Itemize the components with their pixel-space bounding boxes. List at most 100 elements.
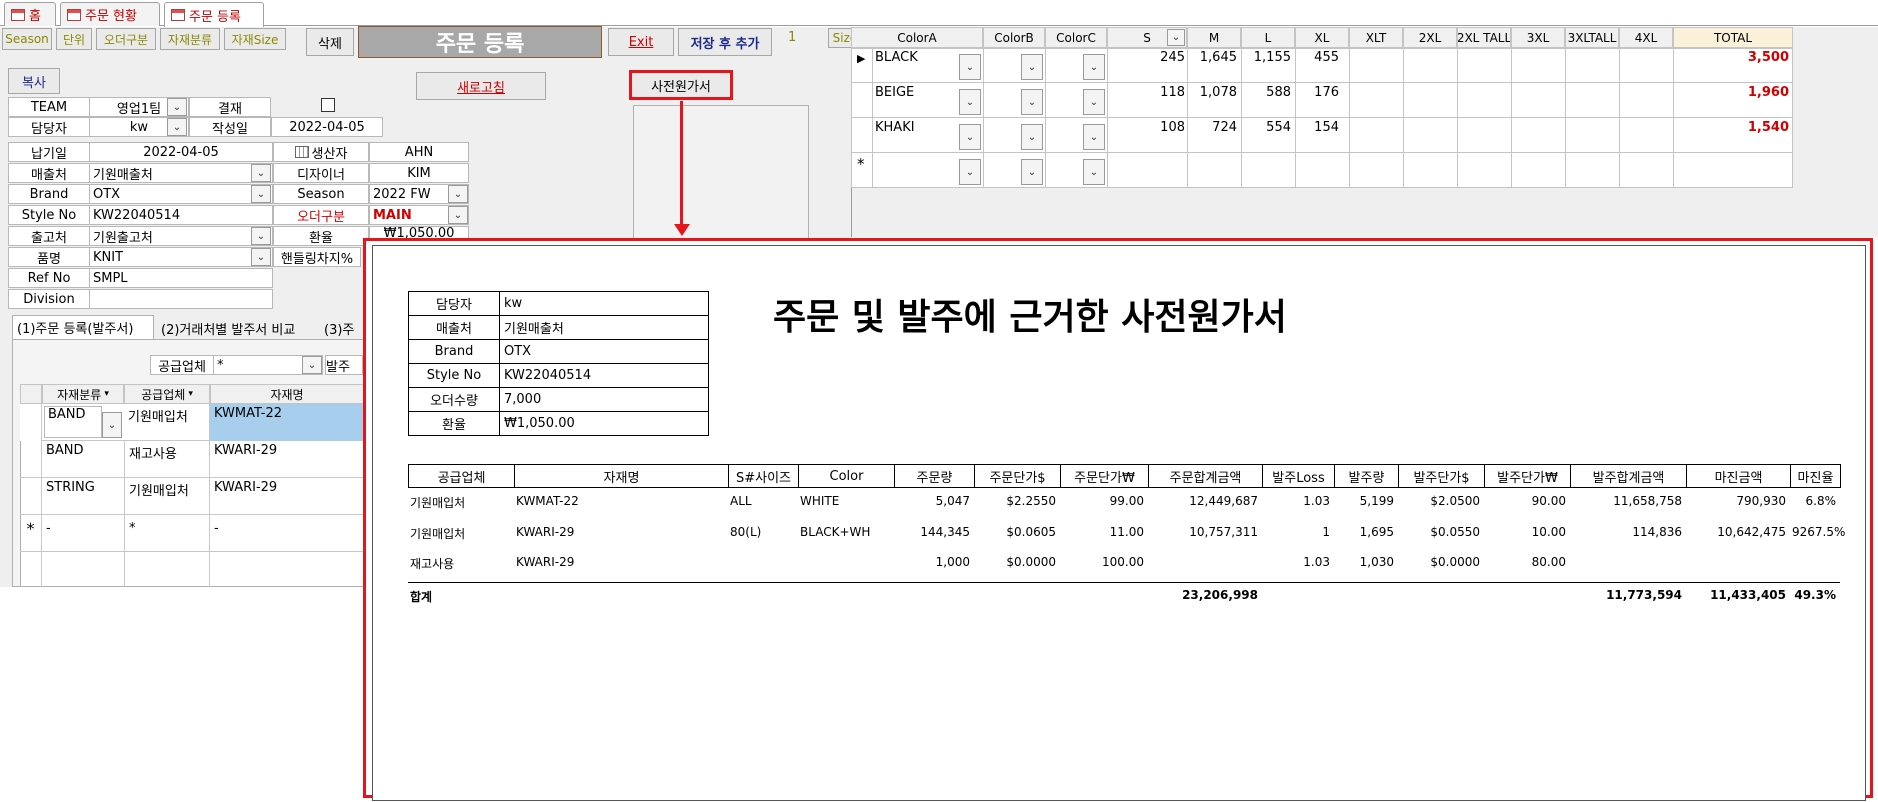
- colorb-header[interactable]: ColorB: [983, 27, 1045, 48]
- m-header[interactable]: M: [1187, 27, 1241, 48]
- m-cell[interactable]: 724: [1187, 120, 1237, 135]
- 2xl-header[interactable]: 2XL: [1403, 27, 1457, 48]
- item-field[interactable]: KNIT: [89, 247, 273, 267]
- material-name-cell[interactable]: KWARI-29: [210, 480, 364, 495]
- xl-cell[interactable]: 176: [1295, 85, 1339, 100]
- row-selector[interactable]: [20, 441, 42, 478]
- xl-header[interactable]: XL: [1295, 27, 1349, 48]
- material-category-button[interactable]: 자재분류: [160, 28, 220, 50]
- chevron-down-icon[interactable]: ⌄: [102, 412, 122, 438]
- chevron-down-icon[interactable]: ⌄: [251, 164, 271, 182]
- supplier-header[interactable]: 공급업체 ▾: [124, 384, 210, 404]
- table-row[interactable]: BAND 재고사용 KWARI-29: [20, 441, 364, 478]
- table-row[interactable]: STRING 기원매입처 KWARI-29: [20, 478, 364, 515]
- subtab-order-entry[interactable]: (1)주문 등록(발주서): [12, 315, 154, 339]
- colora-cell[interactable]: BLACK: [875, 50, 963, 65]
- shipper-field[interactable]: 기원출고처: [89, 226, 273, 246]
- supplier-cell[interactable]: 재고사용: [124, 441, 210, 478]
- row-selector[interactable]: [851, 118, 873, 153]
- chevron-down-icon[interactable]: ⌄: [1083, 54, 1105, 80]
- xlt-header[interactable]: XLT: [1349, 27, 1403, 48]
- chevron-down-icon[interactable]: ⌄: [1167, 29, 1185, 46]
- calendar-icon[interactable]: [294, 146, 309, 158]
- material-cat-cell[interactable]: STRING: [44, 480, 124, 495]
- s-cell[interactable]: 118: [1107, 85, 1185, 100]
- chevron-down-icon[interactable]: ⌄: [251, 185, 271, 203]
- colorc-header[interactable]: ColorC: [1045, 27, 1107, 48]
- chevron-down-icon[interactable]: ⌄: [959, 159, 981, 185]
- material-cat-cell[interactable]: BAND: [44, 406, 102, 438]
- material-name-cell[interactable]: KWMAT-22: [210, 404, 364, 441]
- producer-field[interactable]: AHN: [369, 142, 469, 162]
- subtab-third[interactable]: (3)주: [324, 317, 364, 339]
- colora-cell[interactable]: BEIGE: [875, 85, 963, 100]
- xl-cell[interactable]: 455: [1295, 50, 1339, 65]
- l-header[interactable]: L: [1241, 27, 1295, 48]
- chevron-down-icon[interactable]: ⌄: [448, 206, 468, 224]
- chevron-down-icon[interactable]: ⌄: [448, 185, 468, 203]
- chevron-down-icon[interactable]: ⌄: [302, 356, 322, 374]
- tab-order-status[interactable]: 주문 현황: [60, 2, 160, 26]
- delete-button[interactable]: 삭제: [306, 28, 354, 56]
- chevron-down-icon[interactable]: ⌄: [1083, 89, 1105, 115]
- season-button[interactable]: Season: [2, 28, 52, 50]
- chevron-down-icon[interactable]: ⌄: [1083, 159, 1105, 185]
- material-name-cell[interactable]: -: [210, 521, 364, 536]
- copy-button[interactable]: 복사: [8, 68, 60, 94]
- created-date-field[interactable]: 2022-04-05: [271, 117, 383, 137]
- 2xl-tall-header[interactable]: 2XL TALL: [1457, 27, 1511, 48]
- chevron-down-icon[interactable]: ⌄: [1021, 124, 1043, 150]
- supplier-cell[interactable]: *: [124, 515, 210, 552]
- ref-no-field[interactable]: SMPL: [89, 268, 273, 288]
- delivery-date-field[interactable]: 2022-04-05: [89, 142, 273, 162]
- l-cell[interactable]: 1,155: [1241, 50, 1291, 65]
- chevron-down-icon[interactable]: ⌄: [1021, 89, 1043, 115]
- table-row[interactable]: ▶ BLACK ⌄ ⌄ ⌄ 245 1,645 1,155 455 3,500: [851, 48, 1793, 83]
- chevron-down-icon[interactable]: ⌄: [167, 118, 187, 136]
- row-selector[interactable]: [20, 478, 42, 515]
- colora-header[interactable]: ColorA: [851, 27, 983, 48]
- brand-field[interactable]: OTX: [89, 184, 273, 204]
- supplier-cell[interactable]: 기원매입처: [124, 404, 210, 441]
- order-type-button[interactable]: 오더구분: [96, 28, 156, 50]
- colora-cell[interactable]: KHAKI: [875, 120, 963, 135]
- chevron-down-icon[interactable]: ⌄: [959, 89, 981, 115]
- 4xl-header[interactable]: 4XL: [1619, 27, 1673, 48]
- division-field[interactable]: [89, 289, 273, 309]
- chevron-down-icon[interactable]: ⌄: [251, 248, 271, 266]
- chevron-down-icon[interactable]: ⌄: [1083, 124, 1105, 150]
- table-row[interactable]: BAND ⌄ 기원매입처 KWMAT-22: [20, 404, 364, 441]
- chevron-down-icon[interactable]: ⌄: [1021, 159, 1043, 185]
- s-cell[interactable]: 108: [1107, 120, 1185, 135]
- m-cell[interactable]: 1,645: [1187, 50, 1237, 65]
- material-size-button[interactable]: 자재Size: [224, 28, 286, 50]
- l-cell[interactable]: 554: [1241, 120, 1291, 135]
- approval-checkbox[interactable]: [321, 98, 335, 112]
- tab-home[interactable]: 홈: [4, 2, 56, 26]
- material-name-header[interactable]: 자재명: [210, 384, 364, 404]
- total-header[interactable]: TOTAL: [1673, 27, 1793, 48]
- chevron-down-icon[interactable]: ⌄: [167, 98, 187, 116]
- refresh-button[interactable]: 새로고침: [416, 72, 546, 100]
- table-row-new[interactable]: * ⌄ ⌄ ⌄: [851, 153, 1793, 188]
- exit-button[interactable]: Exit: [608, 28, 674, 56]
- precost-report-button[interactable]: 사전원가서: [629, 70, 733, 100]
- sales-field[interactable]: 기원매출처: [89, 163, 273, 183]
- s-cell[interactable]: 245: [1107, 50, 1185, 65]
- chevron-down-icon[interactable]: ⌄: [251, 227, 271, 245]
- table-row[interactable]: BEIGE ⌄ ⌄ ⌄ 118 1,078 588 176 1,960: [851, 83, 1793, 118]
- unit-button[interactable]: 단위: [56, 28, 92, 50]
- material-cat-cell[interactable]: BAND: [44, 443, 124, 458]
- l-cell[interactable]: 588: [1241, 85, 1291, 100]
- style-no-field[interactable]: KW22040514: [89, 205, 273, 225]
- material-cat-cell[interactable]: -: [44, 521, 124, 536]
- chevron-down-icon[interactable]: ⌄: [959, 54, 981, 80]
- tab-order-entry[interactable]: 주문 등록: [164, 2, 264, 27]
- m-cell[interactable]: 1,078: [1187, 85, 1237, 100]
- material-cat-header[interactable]: 자재분류 ▾: [42, 384, 124, 404]
- xl-cell[interactable]: 154: [1295, 120, 1339, 135]
- row-selector[interactable]: [851, 83, 873, 118]
- 3xl-tall-header[interactable]: 3XLTALL: [1565, 27, 1619, 48]
- chevron-down-icon[interactable]: ⌄: [959, 124, 981, 150]
- table-row[interactable]: KHAKI ⌄ ⌄ ⌄ 108 724 554 154 1,540: [851, 118, 1793, 153]
